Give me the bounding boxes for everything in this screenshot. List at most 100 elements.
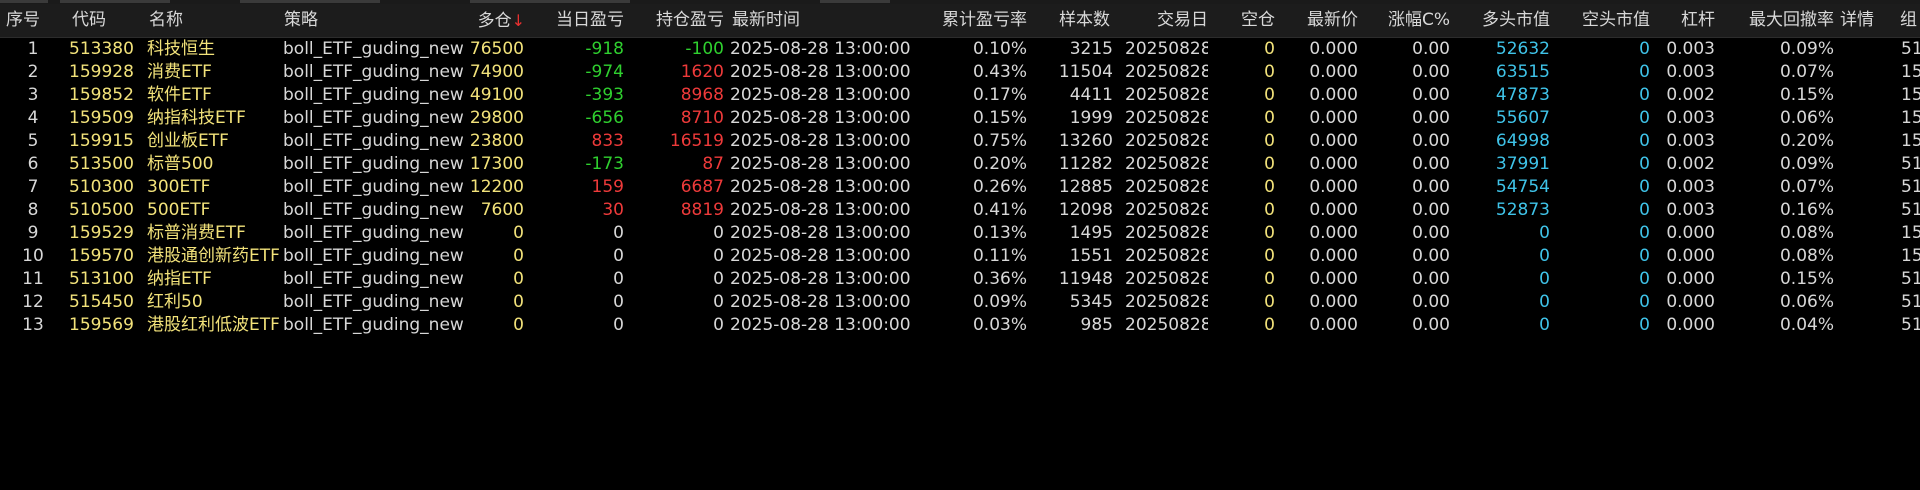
cell-day-pnl: 0 <box>613 292 624 312</box>
cell-strategy: boll_ETF_guding_new <box>283 246 463 266</box>
cell-hold-pnl: 8819 <box>680 200 724 220</box>
table-row[interactable]: 10 159570 港股通创新药ETF boll_ETF_guding_new 0 0 0 2… <box>0 245 1920 268</box>
cell-idx: 10 <box>22 246 44 266</box>
header-max-dd[interactable]: 最大回撤率 <box>1730 4 1834 37</box>
table-row[interactable]: 2 159928 消费ETF boll_ETF_guding_new 74900 -974… <box>0 61 1920 84</box>
cell-last-price: 0.000 <box>1309 223 1358 243</box>
cell-idx: 4 <box>27 108 39 128</box>
header-name[interactable]: 名称 <box>149 4 229 37</box>
cell-long-pos: 0 <box>513 269 524 289</box>
table-row[interactable]: 5 159915 创业板ETF boll_ETF_guding_new 23800 833… <box>0 130 1920 153</box>
header-long-mv[interactable]: 多头市值 <box>1465 4 1550 37</box>
table-row[interactable]: 12 515450 红利50 boll_ETF_guding_new 0 0 0 2025-0… <box>0 291 1920 314</box>
header-long-pos[interactable]: 多仓↓ <box>430 4 525 38</box>
cell-leverage: 0.000 <box>1666 246 1715 266</box>
cell-change-pct: 0.00 <box>1412 200 1450 220</box>
cell-last-price: 0.000 <box>1309 154 1358 174</box>
cell-trade-date: 20250828 <box>1125 177 1208 197</box>
cell-group: 15 <box>1901 131 1920 151</box>
table-row[interactable]: 11 513100 纳指ETF boll_ETF_guding_new 0 0 0 2025-… <box>0 268 1920 291</box>
header-short-mv[interactable]: 空头市值 <box>1565 4 1650 37</box>
cell-short-pos: 0 <box>1264 177 1275 197</box>
cell-idx: 6 <box>27 154 39 174</box>
cell-short-mv: 0 <box>1639 315 1650 335</box>
cell-cum-rate: 0.20% <box>972 154 1027 174</box>
cell-idx: 13 <box>22 315 44 335</box>
data-table-body: 1 513380 科技恒生 boll_ETF_guding_new 76500 -918-… <box>0 38 1920 337</box>
header-last-price[interactable]: 最新价 <box>1290 4 1358 37</box>
cell-last-price: 0.000 <box>1309 269 1358 289</box>
cell-code: 515450 <box>69 292 134 312</box>
header-change-pct[interactable]: 涨幅C% <box>1370 4 1450 37</box>
header-cum-rate[interactable]: 累计盈亏率 <box>910 4 1027 37</box>
cell-short-pos: 0 <box>1264 200 1275 220</box>
header-idx[interactable]: 序号 <box>6 4 46 37</box>
cell-code: 513500 <box>69 154 134 174</box>
table-row[interactable]: 6 513500 标普500 boll_ETF_guding_new 17300 -173… <box>0 153 1920 176</box>
cell-strategy: boll_ETF_guding_new <box>283 200 463 220</box>
cell-strategy: boll_ETF_guding_new <box>283 315 463 335</box>
cell-group: 51 <box>1901 315 1920 335</box>
table-row[interactable]: 7 510300 300ETF boll_ETF_guding_new 12200 159… <box>0 176 1920 199</box>
header-strategy[interactable]: 策略 <box>284 4 364 37</box>
cell-max-dd: 0.09% <box>1779 154 1834 174</box>
cell-change-pct: 0.00 <box>1412 315 1450 335</box>
header-short-pos[interactable]: 空仓 <box>1225 4 1275 37</box>
header-hold-pnl[interactable]: 持仓盈亏 <box>640 4 724 37</box>
cell-strategy: boll_ETF_guding_new <box>283 85 463 105</box>
cell-last-price: 0.000 <box>1309 131 1358 151</box>
cell-cum-rate: 0.43% <box>972 62 1027 82</box>
cell-long-mv: 0 <box>1539 246 1550 266</box>
header-trade-date[interactable]: 交易日 <box>1130 4 1208 37</box>
table-row[interactable]: 13 159569 港股红利低波ETF boll_ETF_guding_new 0 0 0 2… <box>0 314 1920 337</box>
cell-cum-rate: 0.10% <box>972 39 1027 59</box>
cell-code: 513380 <box>69 39 134 59</box>
cell-short-pos: 0 <box>1264 223 1275 243</box>
cell-hold-pnl: 87 <box>702 154 724 174</box>
cell-trade-date: 20250828 <box>1125 85 1208 105</box>
cell-last-price: 0.000 <box>1309 292 1358 312</box>
cell-strategy: boll_ETF_guding_new <box>283 154 463 174</box>
cell-group: 15 <box>1901 62 1920 82</box>
cell-long-mv: 0 <box>1539 223 1550 243</box>
cell-short-mv: 0 <box>1639 223 1650 243</box>
cell-name: 300ETF <box>147 177 211 197</box>
header-samples[interactable]: 样本数 <box>1040 4 1110 37</box>
cell-day-pnl: 0 <box>613 246 624 266</box>
cell-short-pos: 0 <box>1264 154 1275 174</box>
cell-last-price: 0.000 <box>1309 39 1358 59</box>
cell-long-pos: 76500 <box>469 39 524 59</box>
cell-latest-time: 2025-08-28 13:00:00 <box>730 154 910 174</box>
cell-long-mv: 52632 <box>1495 39 1550 59</box>
header-latest-time[interactable]: 最新时间 <box>732 4 832 37</box>
cell-last-price: 0.000 <box>1309 85 1358 105</box>
cell-long-pos: 0 <box>513 246 524 266</box>
cell-short-mv: 0 <box>1639 292 1650 312</box>
cell-last-price: 0.000 <box>1309 62 1358 82</box>
cell-short-mv: 0 <box>1639 269 1650 289</box>
header-leverage[interactable]: 杠杆 <box>1660 4 1715 37</box>
table-row[interactable]: 3 159852 软件ETF boll_ETF_guding_new 49100 -393… <box>0 84 1920 107</box>
cell-trade-date: 20250828 <box>1125 39 1208 59</box>
cell-idx: 7 <box>27 177 39 197</box>
table-row[interactable]: 4 159509 纳指科技ETF boll_ETF_guding_new 29800 -6… <box>0 107 1920 130</box>
header-group[interactable]: 组 <box>1900 4 1920 37</box>
cell-trade-date: 20250828 <box>1125 131 1208 151</box>
cell-long-pos: 29800 <box>469 108 524 128</box>
cell-hold-pnl: -100 <box>685 39 724 59</box>
cell-samples: 1551 <box>1069 246 1113 266</box>
cell-day-pnl: 0 <box>613 315 624 335</box>
header-detail[interactable]: 详情 <box>1840 4 1885 37</box>
table-row[interactable]: 8 510500 500ETF boll_ETF_guding_new 7600 30 88… <box>0 199 1920 222</box>
cell-max-dd: 0.07% <box>1779 62 1834 82</box>
cell-code: 513100 <box>69 269 134 289</box>
cell-last-price: 0.000 <box>1309 177 1358 197</box>
table-row[interactable]: 1 513380 科技恒生 boll_ETF_guding_new 76500 -918 -… <box>0 38 1920 61</box>
table-row[interactable]: 9 159529 标普消费ETF boll_ETF_guding_new 0 0 0 2025… <box>0 222 1920 245</box>
cell-samples: 1999 <box>1069 108 1113 128</box>
cell-day-pnl: -918 <box>585 39 624 59</box>
header-day-pnl[interactable]: 当日盈亏 <box>540 4 624 37</box>
cell-short-mv: 0 <box>1639 246 1650 266</box>
header-code[interactable]: 代码 <box>72 4 132 37</box>
cell-day-pnl: -656 <box>585 108 624 128</box>
